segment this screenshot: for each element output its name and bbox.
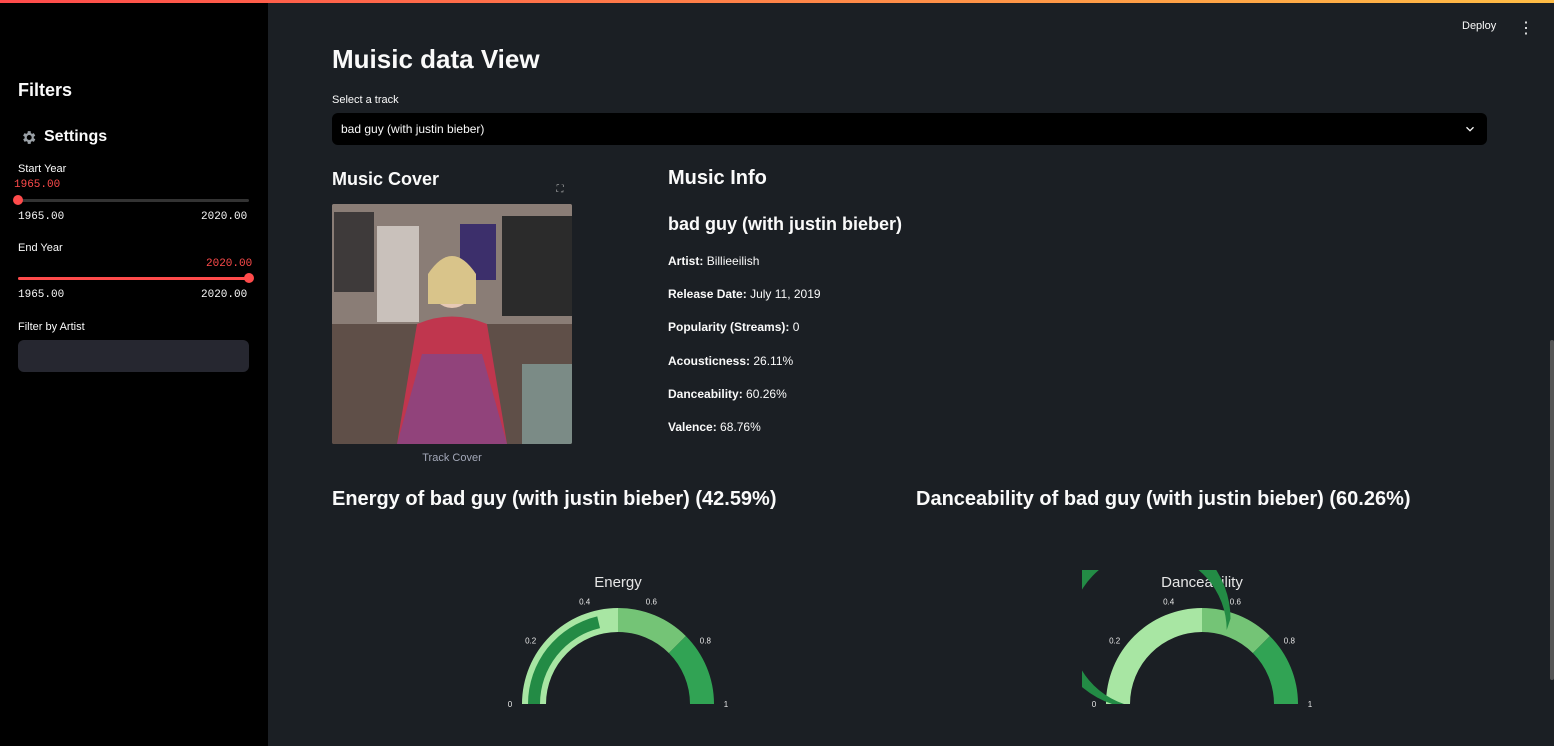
track-cover-image [332, 204, 572, 444]
artist-filter-input[interactable] [18, 340, 249, 372]
end-year-slider-fill [18, 277, 249, 280]
gauge-tick-label: 0.4 [1163, 597, 1175, 606]
scrollbar[interactable] [1550, 340, 1554, 680]
end-year-label: End Year [18, 242, 63, 254]
info-label: Danceability: [668, 387, 743, 401]
start-year-slider[interactable] [13, 195, 249, 205]
info-value: 68.76% [720, 420, 761, 434]
end-year-max: 2020.00 [201, 289, 248, 301]
page-title: Muisic data View [332, 44, 540, 74]
danceability-gauge: 0 0.2 0.4 0.6 0.8 1 [1082, 570, 1313, 709]
gauge-tick-label: 1 [724, 700, 729, 709]
gauge-tick-label: 0.2 [525, 637, 537, 646]
info-label: Popularity (Streams): [668, 320, 790, 334]
gauge-tick-label: 0.4 [579, 597, 591, 606]
deploy-button[interactable]: Deploy [1462, 20, 1496, 32]
start-year-label: Start Year [18, 163, 67, 175]
info-label: Release Date: [668, 287, 747, 301]
end-year-slider[interactable] [18, 273, 254, 283]
gauge-tick-label: 1 [1308, 700, 1313, 709]
sidebar-filters-title: Filters [18, 80, 73, 100]
energy-gauge: 0 0.2 0.4 0.6 0.8 1 [508, 597, 729, 709]
gauge-step-band [1106, 608, 1202, 704]
info-label: Artist: [668, 254, 704, 268]
gauge-tick-label: 0.2 [1109, 637, 1121, 646]
info-value: July 11, 2019 [750, 287, 821, 301]
fullscreen-icon[interactable]: ⛶ [551, 181, 569, 199]
start-year-value: 1965.00 [14, 179, 61, 191]
start-year-max: 2020.00 [201, 211, 248, 223]
energy-heading: Energy of bad guy (with justin bieber) (… [332, 488, 777, 510]
info-label: Valence: [668, 420, 717, 434]
sidebar-settings-heading: Settings [20, 128, 107, 146]
track-select[interactable]: bad guy (with justin bieber) [332, 113, 1487, 145]
sidebar [0, 0, 268, 746]
info-value: Billieeilish [706, 254, 760, 268]
top-accent-bar [0, 0, 1554, 3]
gauge-tick-label: 0.6 [646, 597, 658, 606]
gauge-tick-label: 0 [1092, 700, 1097, 709]
gauge-tick-label: 0.6 [1230, 597, 1242, 606]
info-acousticness: Acousticness: 26.11% [668, 354, 793, 368]
cover-caption: Track Cover [422, 452, 482, 464]
cover-heading: Music Cover [332, 169, 440, 189]
artist-filter-label: Filter by Artist [18, 321, 85, 333]
info-danceability: Danceability: 60.26% [668, 387, 787, 401]
info-heading: Music Info [668, 167, 767, 189]
chevron-down-icon [1466, 126, 1474, 132]
danceability-heading: Danceability of bad guy (with justin bie… [916, 488, 1411, 510]
info-label: Acousticness: [668, 354, 751, 368]
end-year-value: 2020.00 [206, 258, 253, 270]
info-artist: Artist: Billieeilish [668, 254, 759, 268]
info-valence: Valence: 68.76% [668, 420, 761, 434]
track-select-value: bad guy (with justin bieber) [341, 122, 485, 136]
end-year-min: 1965.00 [18, 289, 65, 301]
main-menu-icon[interactable]: ⋮ [1518, 18, 1534, 38]
info-value: 60.26% [746, 387, 787, 401]
gauge-tick-label: 0.8 [700, 637, 712, 646]
info-value: 0 [792, 320, 800, 334]
info-release-date: Release Date: July 11, 2019 [668, 287, 821, 301]
gear-icon [23, 130, 36, 144]
info-value: 26.11% [753, 354, 794, 368]
end-year-slider-thumb[interactable] [244, 273, 254, 283]
start-year-min: 1965.00 [18, 211, 65, 223]
start-year-slider-thumb[interactable] [13, 195, 23, 205]
gauge-tick-label: 0 [508, 700, 513, 709]
gauge-tick-label: 0.8 [1284, 637, 1296, 646]
info-popularity: Popularity (Streams): 0 [668, 320, 799, 334]
track-select-label: Select a track [332, 94, 399, 106]
settings-label: Settings [44, 128, 108, 145]
track-title: bad guy (with justin bieber) [668, 214, 902, 234]
